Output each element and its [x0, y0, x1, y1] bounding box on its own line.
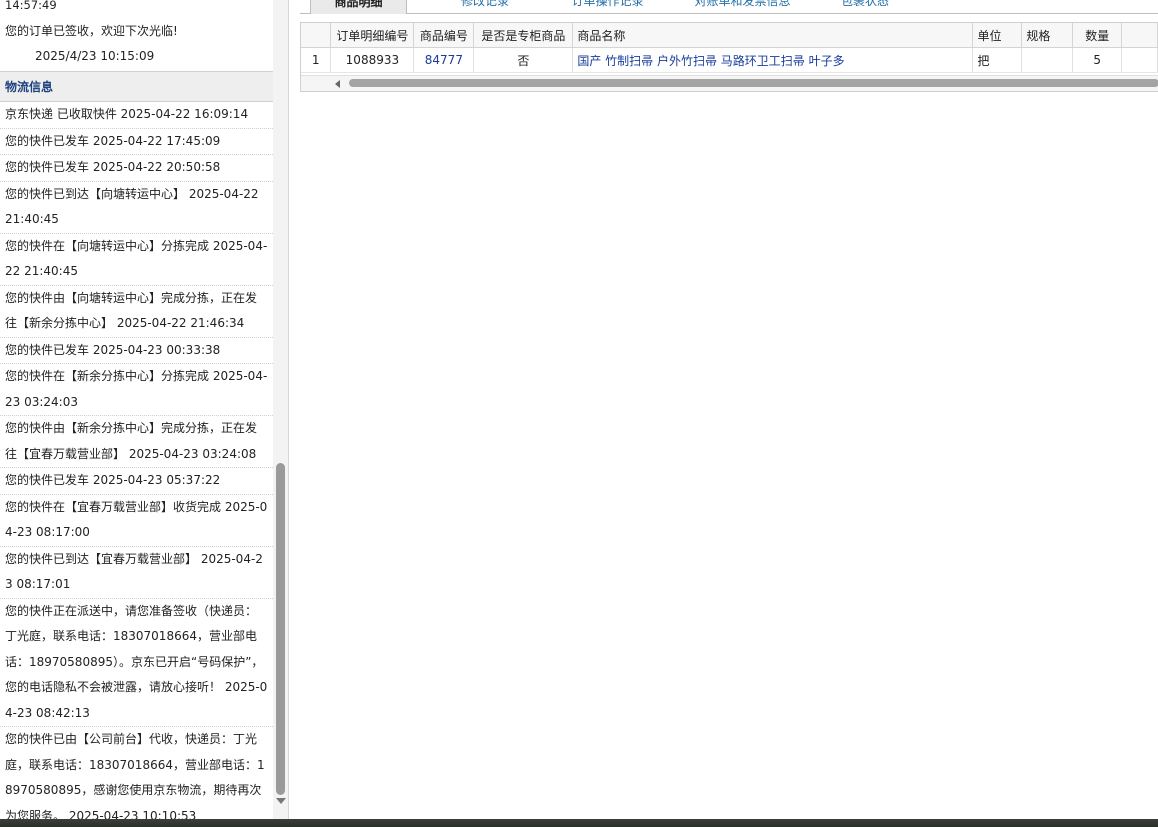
logistics-entry: 您的快件已发车 2025-04-22 20:50:58: [0, 155, 273, 182]
product-name-link[interactable]: 国产 竹制扫帚 户外竹扫帚 马路环卫工扫帚 叶子多: [572, 47, 974, 73]
tab-package-status[interactable]: 包裹状态: [825, 0, 905, 13]
logistics-entry: 您的快件已发车 2025-04-22 17:45:09: [0, 129, 273, 155]
detail-id-cell: 1088933: [330, 47, 415, 73]
vertical-scrollbar[interactable]: [273, 0, 288, 819]
order-details-panel: 商品明细 修改记录 订单操作记录 对账单和发票信息 包裹状态 订单明细编号 商品…: [290, 0, 1158, 819]
product-table: 订单明细编号 商品编号 是否是专柜商品 商品名称 单位 规格 数量 1 1088…: [301, 23, 1158, 73]
col-product-id[interactable]: 商品编号: [413, 23, 475, 48]
col-is-counter[interactable]: 是否是专柜商品: [473, 23, 574, 48]
order-status-message: 您的订单已签收，欢迎下次光临!: [5, 24, 178, 38]
is-counter-cell: 否: [473, 47, 574, 73]
table-header-row: 订单明细编号 商品编号 是否是专柜商品 商品名称 单位 规格 数量: [301, 23, 1158, 48]
product-grid: 订单明细编号 商品编号 是否是专柜商品 商品名称 单位 规格 数量 1 1088…: [300, 22, 1158, 92]
order-status-time: 2025/4/23 10:15:09: [35, 49, 155, 63]
previous-time-fragment: 14:57:49: [5, 0, 57, 12]
table-row[interactable]: 1 1088933 84777 否 国产 竹制扫帚 户外竹扫帚 马路环卫工扫帚 …: [301, 47, 1158, 73]
col-extra: [1121, 23, 1158, 48]
logistics-entry: 您的快件由【新余分拣中心】完成分拣，正在发往【宜春万载营业部】 2025-04-…: [0, 416, 273, 468]
spec-cell: [1021, 47, 1074, 73]
row-number: 1: [301, 47, 332, 73]
horizontal-scrollbar-thumb[interactable]: [349, 79, 1158, 87]
logistics-entries: 京东快递 已收取快件 2025-04-22 16:09:14 您的快件已发车 20…: [0, 102, 273, 819]
logistics-entry: 您的快件已到达【向塘转运中心】 2025-04-22 21:40:45: [0, 182, 273, 234]
tab-product-details[interactable]: 商品明细: [310, 0, 407, 14]
logistics-entry: 您的快件正在派送中，请您准备签收（快递员：丁光庭，联系电话：1830701866…: [0, 599, 273, 727]
tab-statement-invoice[interactable]: 对账单和发票信息: [675, 0, 810, 13]
logistics-entry: 您的快件已发车 2025-04-23 00:33:38: [0, 338, 273, 364]
scroll-left-arrow-icon[interactable]: [335, 80, 340, 88]
logistics-entry: 您的快件在【宜春万载营业部】收货完成 2025-04-23 08:17:00: [0, 495, 273, 547]
horizontal-scrollbar[interactable]: [301, 75, 1158, 91]
col-unit[interactable]: 单位: [972, 23, 1023, 48]
logistics-entry: 您的快件已由【公司前台】代收，快递员：丁光庭，联系电话：18307018664，…: [0, 727, 273, 819]
col-quantity[interactable]: 数量: [1072, 23, 1123, 48]
col-detail-id[interactable]: 订单明细编号: [330, 23, 415, 48]
col-row-number: [301, 23, 332, 48]
product-id-link[interactable]: 84777: [413, 47, 475, 73]
logistics-entry: 您的快件已到达【宜春万载营业部】 2025-04-23 08:17:01: [0, 547, 273, 599]
col-spec[interactable]: 规格: [1021, 23, 1074, 48]
quantity-cell: 5: [1072, 47, 1123, 73]
col-product-name[interactable]: 商品名称: [572, 23, 974, 48]
order-tracking-panel: 14:57:49 您的订单已签收，欢迎下次光临! 2025/4/23 10:15…: [0, 0, 289, 819]
tab-modification-log[interactable]: 修改记录: [440, 0, 530, 13]
scrollbar-thumb[interactable]: [276, 463, 285, 795]
logistics-entry: 京东快递 已收取快件 2025-04-22 16:09:14: [0, 102, 273, 129]
tab-bar: 商品明细 修改记录 订单操作记录 对账单和发票信息 包裹状态: [300, 0, 1158, 14]
scroll-down-arrow-icon[interactable]: [276, 798, 286, 804]
logistics-entry: 您的快件已发车 2025-04-23 05:37:22: [0, 468, 273, 495]
logistics-entry: 您的快件在【新余分拣中心】分拣完成 2025-04-23 03:24:03: [0, 364, 273, 416]
unit-cell: 把: [972, 47, 1023, 73]
logistics-entry: 您的快件在【向塘转运中心】分拣完成 2025-04-22 21:40:45: [0, 234, 273, 286]
logistics-entry: 您的快件由【向塘转运中心】完成分拣，正在发往【新余分拣中心】 2025-04-2…: [0, 286, 273, 338]
tracking-list: 14:57:49 您的订单已签收，欢迎下次光临! 2025/4/23 10:15…: [0, 0, 273, 819]
extra-cell: [1121, 47, 1158, 73]
logistics-section-header: 物流信息: [0, 71, 273, 102]
bottom-taskbar-strip: [0, 819, 1158, 827]
tab-order-operation-log[interactable]: 订单操作记录: [550, 0, 665, 13]
